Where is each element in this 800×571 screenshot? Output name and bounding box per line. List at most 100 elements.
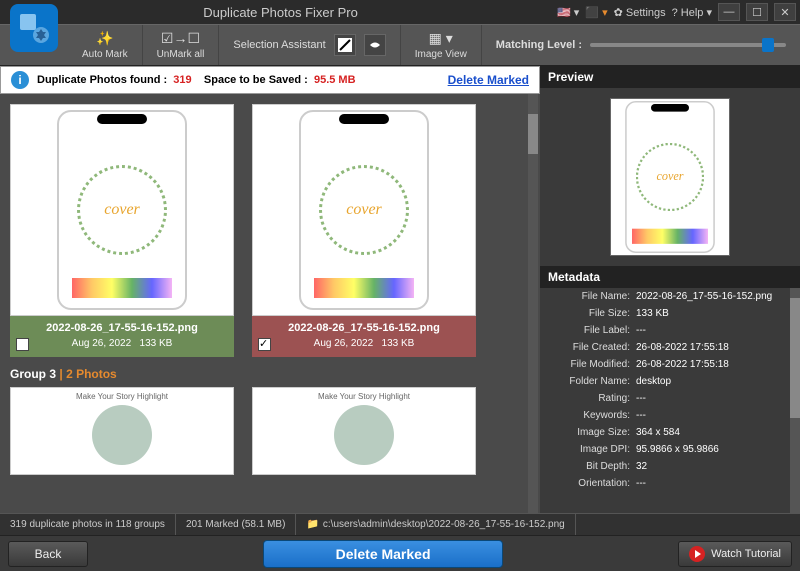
metadata-key: File Name: [546, 291, 636, 302]
metadata-row: Image Size:364 x 584 [540, 424, 800, 441]
metadata-row: Keywords:--- [540, 407, 800, 424]
photo-filename: 2022-08-26_17-55-16-152.png [256, 322, 472, 334]
metadata-row: File Created:26-08-2022 17:55:18 [540, 339, 800, 356]
close-button[interactable]: ✕ [774, 3, 796, 21]
status-path: 📁c:\users\admin\desktop\2022-08-26_17-55… [296, 514, 575, 535]
metadata-value: 32 [636, 461, 647, 472]
flag-us-icon[interactable]: 🇺🇸 ▾ [557, 6, 579, 19]
photo-meta: 2022-08-26_17-55-16-152.png Aug 26, 2022… [10, 316, 234, 357]
metadata-value: 26-08-2022 17:55:18 [636, 359, 729, 370]
photo-filename: 2022-08-26_17-55-16-152.png [14, 322, 230, 334]
metadata-key: Image Size: [546, 427, 636, 438]
metadata-key: Folder Name: [546, 376, 636, 387]
metadata-value: --- [636, 393, 646, 404]
matching-level-label: Matching Level : [496, 39, 582, 51]
metadata-value: 364 x 584 [636, 427, 680, 438]
metadata-row: File Name:2022-08-26_17-55-16-152.png [540, 288, 800, 305]
metadata-row: Image DPI:95.9866 x 95.9866 [540, 441, 800, 458]
photo-checkbox[interactable] [258, 338, 271, 351]
group-header: Group 3 | 2 Photos [10, 367, 530, 381]
preview-area: cover [540, 88, 800, 266]
status-marked: 201 Marked (58.1 MB) [176, 514, 297, 535]
preview-image: cover [610, 98, 730, 256]
metadata-row: File Size:133 KB [540, 305, 800, 322]
scrollbar-thumb[interactable] [790, 298, 800, 418]
matching-level-control: Matching Level : [482, 25, 800, 65]
folder-icon: 📁 [306, 519, 318, 530]
help-link[interactable]: ? Help ▾ [672, 6, 712, 19]
metadata-value: --- [636, 325, 646, 336]
wand-icon: ✨ [96, 30, 113, 47]
app-title: Duplicate Photos Fixer Pro [4, 5, 557, 20]
photo-card[interactable]: Make Your Story Highlight [252, 387, 476, 475]
auto-mark-button[interactable]: ✨Auto Mark [68, 25, 143, 65]
right-pane: Preview cover Metadata File Name:2022-08… [540, 66, 800, 513]
selection-assistant-label: Selection Assistant [233, 39, 325, 51]
back-button[interactable]: Back [8, 541, 88, 567]
image-view-button[interactable]: ▦ ▾Image View [401, 25, 482, 65]
gallery: cover 2022-08-26_17-55-16-152.png Aug 26… [0, 94, 540, 513]
info-bar: i Duplicate Photos found : 319 Space to … [0, 66, 540, 94]
dup-label: Duplicate Photos found : [37, 74, 167, 86]
gallery-scrollbar[interactable] [528, 94, 538, 513]
settings-link[interactable]: ✿ Settings [614, 6, 666, 19]
status-left: 319 duplicate photos in 118 groups [0, 514, 176, 535]
metadata-row: Orientation:--- [540, 475, 800, 492]
metadata-row: Bit Depth:32 [540, 458, 800, 475]
app-logo [10, 4, 58, 52]
delete-marked-button[interactable]: Delete Marked [263, 540, 503, 568]
metadata-value: --- [636, 410, 646, 421]
photo-checkbox[interactable] [16, 338, 29, 351]
titlebar: Duplicate Photos Fixer Pro 🇺🇸 ▾ ⬛ ▾ ✿ Se… [0, 0, 800, 24]
minimize-button[interactable]: — [718, 3, 740, 21]
photo-card[interactable]: Make Your Story Highlight [10, 387, 234, 475]
metadata-value: 26-08-2022 17:55:18 [636, 342, 729, 353]
metadata-list: File Name:2022-08-26_17-55-16-152.pngFil… [540, 288, 800, 513]
bottom-bar: Back Delete Marked Watch Tutorial [0, 535, 800, 571]
maximize-button[interactable]: ☐ [746, 3, 768, 21]
matching-level-slider[interactable] [590, 43, 786, 47]
slider-thumb[interactable] [762, 38, 774, 52]
metadata-value: --- [636, 478, 646, 489]
metadata-scrollbar[interactable] [790, 288, 800, 513]
delete-marked-link[interactable]: Delete Marked [448, 73, 529, 87]
metadata-row: Rating:--- [540, 390, 800, 407]
photo-meta: 2022-08-26_17-55-16-152.png Aug 26, 2022… [252, 316, 476, 357]
status-bar: 319 duplicate photos in 118 groups 201 M… [0, 513, 800, 535]
metadata-value: desktop [636, 376, 671, 387]
watch-tutorial-button[interactable]: Watch Tutorial [678, 541, 792, 567]
selection-mode-1-button[interactable] [334, 34, 356, 56]
photo-card[interactable]: cover 2022-08-26_17-55-16-152.png Aug 26… [252, 104, 476, 357]
metadata-row: File Label:--- [540, 322, 800, 339]
toolbar: ✨Auto Mark ☑→☐UnMark all Selection Assis… [0, 24, 800, 66]
scrollbar-thumb[interactable] [528, 114, 538, 154]
metadata-key: Orientation: [546, 478, 636, 489]
unmark-icon: ☑→☐ [161, 30, 200, 47]
metadata-value: 133 KB [636, 308, 669, 319]
photo-card[interactable]: cover 2022-08-26_17-55-16-152.png Aug 26… [10, 104, 234, 357]
selection-mode-2-button[interactable] [364, 34, 386, 56]
info-icon: i [11, 71, 29, 89]
metadata-value: 95.9866 x 95.9866 [636, 444, 719, 455]
flag-secondary-icon[interactable]: ⬛ ▾ [585, 6, 607, 19]
selection-assistant-group: Selection Assistant [219, 25, 400, 65]
unmark-all-button[interactable]: ☑→☐UnMark all [143, 25, 220, 65]
space-value: 95.5 MB [314, 74, 356, 86]
metadata-key: File Label: [546, 325, 636, 336]
metadata-key: Rating: [546, 393, 636, 404]
left-pane: i Duplicate Photos found : 319 Space to … [0, 66, 540, 513]
metadata-key: Image DPI: [546, 444, 636, 455]
photo-thumbnail[interactable]: cover [252, 104, 476, 316]
metadata-key: File Modified: [546, 359, 636, 370]
metadata-key: Bit Depth: [546, 461, 636, 472]
grid-icon: ▦ ▾ [429, 30, 453, 47]
preview-header: Preview [540, 66, 800, 88]
metadata-key: File Created: [546, 342, 636, 353]
metadata-key: Keywords: [546, 410, 636, 421]
metadata-value: 2022-08-26_17-55-16-152.png [636, 291, 772, 302]
metadata-key: File Size: [546, 308, 636, 319]
metadata-row: Folder Name:desktop [540, 373, 800, 390]
photo-thumbnail[interactable]: cover [10, 104, 234, 316]
play-icon [689, 546, 705, 562]
metadata-header: Metadata [540, 266, 800, 288]
